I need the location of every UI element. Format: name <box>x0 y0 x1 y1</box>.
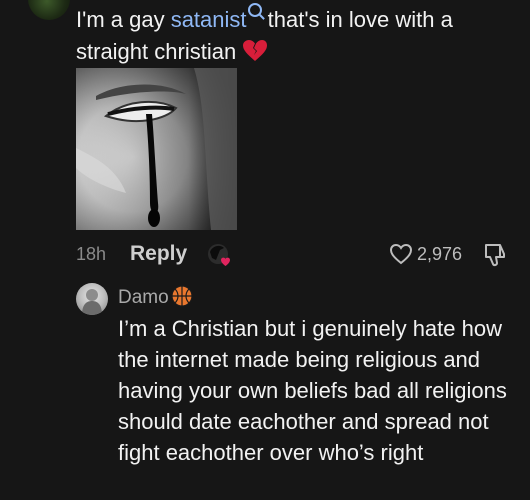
comment-text-start: I'm a gay <box>76 7 171 32</box>
like-count: 2,976 <box>417 244 463 264</box>
broken-heart-icon <box>242 39 268 72</box>
basketball-icon <box>171 285 193 307</box>
statue-crying-image <box>76 68 237 230</box>
reply-username[interactable]: Damo <box>118 285 193 309</box>
creator-liked-icon <box>206 242 232 268</box>
reply-text: I’m a Christian but i genuinely hate how… <box>118 316 507 465</box>
commenter-avatar[interactable] <box>28 0 70 20</box>
comment-image[interactable] <box>76 68 237 230</box>
dislike-button[interactable] <box>483 242 507 273</box>
comment-text: I'm a gay satanist that's in love with a… <box>76 3 516 72</box>
comment-actions: 18h Reply 2,976 <box>76 240 516 272</box>
search-keyword-link[interactable]: satanist <box>171 7 247 32</box>
thumbs-down-icon <box>485 244 505 267</box>
reply-username-text: Damo <box>118 287 169 308</box>
search-icon[interactable] <box>247 3 262 17</box>
reply-avatar[interactable] <box>76 283 108 315</box>
comment-timestamp: 18h <box>76 244 107 264</box>
heart-outline-icon <box>389 243 413 265</box>
reply-button[interactable]: Reply <box>130 242 187 266</box>
